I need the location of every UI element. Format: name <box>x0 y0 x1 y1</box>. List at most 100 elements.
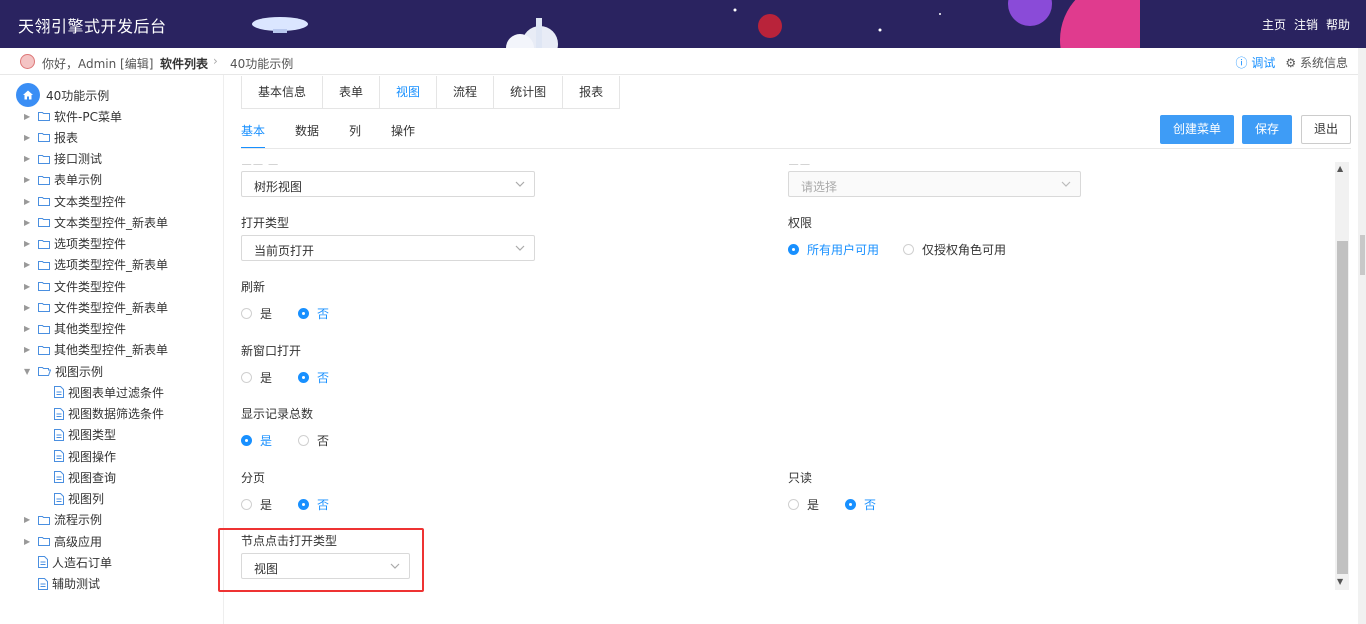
new-window-yes-radio[interactable]: 是 <box>241 369 272 386</box>
tree-item[interactable]: 视图类型 <box>50 426 116 444</box>
caret-right-icon[interactable]: ▶ <box>24 515 34 524</box>
chevron-down-icon <box>515 245 525 251</box>
paging-yes-radio[interactable]: 是 <box>241 496 272 513</box>
breadcrumb-software-list[interactable]: 软件列表 <box>160 55 208 72</box>
tree-item[interactable]: ▶ 选项类型控件 <box>24 235 126 253</box>
tree-item[interactable]: 视图数据筛选条件 <box>50 405 164 423</box>
caret-right-icon[interactable]: ▶ <box>24 303 34 312</box>
page-scrollbar-thumb[interactable] <box>1360 235 1365 275</box>
logout-link[interactable]: 注销 <box>1294 16 1318 33</box>
tree-item-label: 选项类型控件 <box>54 237 127 251</box>
exit-button[interactable]: 退出 <box>1301 115 1351 144</box>
caret-right-icon[interactable]: ▶ <box>24 218 34 227</box>
caret-right-icon[interactable]: ▶ <box>24 282 34 291</box>
folder-icon <box>38 175 50 185</box>
new-window-no-radio[interactable]: 否 <box>298 369 329 386</box>
radio-all-users[interactable]: 所有用户可用 <box>788 241 879 258</box>
tree-item[interactable]: ▶ 表单示例 <box>24 171 102 189</box>
caret-right-icon[interactable]: ▶ <box>24 197 34 206</box>
tab-report[interactable]: 报表 <box>563 76 620 108</box>
folder-icon <box>38 281 50 291</box>
tree-item[interactable]: ▶ 软件-PC菜单 <box>24 107 122 125</box>
cut-off-label: ▬▬ ▬ <box>241 159 301 165</box>
folder-icon <box>38 217 50 228</box>
debug-link[interactable]: ⓘ 调试 <box>1236 54 1276 71</box>
tree-item[interactable]: ▶ 文件类型控件_新表单 <box>24 298 168 316</box>
create-menu-button[interactable]: 创建菜单 <box>1160 115 1234 144</box>
tab-flow[interactable]: 流程 <box>437 76 495 108</box>
tree-root[interactable]: 40功能示例 <box>16 83 109 107</box>
chevron-down-icon <box>515 181 525 187</box>
subtab-data[interactable]: 数据 <box>295 122 319 149</box>
help-link[interactable]: 帮助 <box>1326 16 1350 33</box>
user-greeting[interactable]: 你好，Admin [编辑] <box>42 55 153 72</box>
tree-item[interactable]: ▶ 文本类型控件 <box>24 192 126 210</box>
tree-item-label: 文本类型控件 <box>54 194 127 209</box>
subtab-basic[interactable]: 基本 <box>241 122 266 149</box>
tab-basic-info[interactable]: 基本信息 <box>242 76 324 108</box>
refresh-no-radio[interactable]: 否 <box>298 305 329 322</box>
refresh-yes-radio[interactable]: 是 <box>241 305 272 322</box>
page-scrollbar[interactable] <box>1358 48 1366 624</box>
breadcrumb-current: 40功能示例 <box>230 57 294 71</box>
caret-right-icon[interactable]: ▶ <box>24 260 34 269</box>
new-window-label: 新窗口打开 <box>241 344 302 358</box>
tree-item-label: 软件-PC菜单 <box>54 109 122 124</box>
tree-item[interactable]: ▶ 流程示例 <box>24 511 102 529</box>
highlight-box <box>218 528 424 592</box>
tree-item[interactable]: ▶ 选项类型控件_新表单 <box>24 256 168 274</box>
cut-off-label-right: ▬▬ <box>788 159 828 165</box>
tree-item[interactable]: 辅助测试 <box>34 575 100 593</box>
caret-right-icon[interactable]: ▶ <box>24 154 34 163</box>
tree-item[interactable]: 人造石订单 <box>34 553 112 571</box>
tree-item[interactable]: 视图查询 <box>50 468 116 486</box>
caret-right-icon[interactable]: ▶ <box>24 175 34 184</box>
readonly-no-radio[interactable]: 否 <box>845 496 876 513</box>
subtab-columns[interactable]: 列 <box>349 122 361 149</box>
caret-right-icon[interactable]: ▶ <box>24 345 34 354</box>
caret-right-icon[interactable]: ▶ <box>24 239 34 248</box>
tab-chart[interactable]: 统计图 <box>494 76 564 108</box>
tree-item[interactable]: 视图操作 <box>50 447 116 465</box>
avatar[interactable] <box>20 54 35 69</box>
tree-item[interactable]: 视图表单过滤条件 <box>50 383 164 401</box>
folder-icon <box>38 536 50 546</box>
readonly-yes-radio[interactable]: 是 <box>788 496 819 513</box>
tree-item[interactable]: 视图列 <box>50 490 104 508</box>
home-link[interactable]: 主页 <box>1262 16 1286 33</box>
caret-right-icon[interactable]: ▶ <box>24 133 34 142</box>
paging-no-radio[interactable]: 否 <box>298 496 329 513</box>
tree-item[interactable]: ▶ 文本类型控件_新表单 <box>24 213 168 231</box>
tab-form[interactable]: 表单 <box>323 76 381 108</box>
tree-item[interactable]: ▶ 其他类型控件 <box>24 320 126 338</box>
folder-icon <box>38 324 50 334</box>
caret-down-icon[interactable]: ▼ <box>24 367 34 376</box>
caret-right-icon[interactable]: ▶ <box>24 537 34 546</box>
tree-item[interactable]: ▼ 视图示例 <box>24 362 103 380</box>
subtab-actions[interactable]: 操作 <box>391 122 415 149</box>
caret-right-icon[interactable]: ▶ <box>24 112 34 121</box>
new-window-radio-group: 是 否 <box>241 369 347 386</box>
app-title: 天翎引擎式开发后台 <box>18 17 167 36</box>
caret-right-icon[interactable]: ▶ <box>24 324 34 333</box>
show-total-yes-radio[interactable]: 是 <box>241 432 272 449</box>
file-icon <box>54 428 64 441</box>
tree-item[interactable]: ▶ 文件类型控件 <box>24 277 126 295</box>
open-type-select[interactable]: 当前页打开 <box>241 235 535 261</box>
home-icon <box>16 83 40 107</box>
tree-item[interactable]: ▶ 其他类型控件_新表单 <box>24 341 168 359</box>
top-right-select[interactable]: 请选择 <box>788 171 1081 197</box>
save-button[interactable]: 保存 <box>1242 115 1292 144</box>
system-info-link[interactable]: ⚙ 系统信息 <box>1285 54 1348 71</box>
scroll-up-icon[interactable]: ▲ <box>1337 164 1343 173</box>
tree-item-label: 文件类型控件 <box>54 279 127 294</box>
tree-item[interactable]: ▶ 高级应用 <box>24 532 102 550</box>
scroll-down-icon[interactable]: ▼ <box>1337 577 1343 586</box>
view-style-select[interactable]: 树形视图 <box>241 171 535 197</box>
show-total-no-radio[interactable]: 否 <box>298 432 329 449</box>
tree-item[interactable]: ▶ 报表 <box>24 128 78 146</box>
tab-view[interactable]: 视图 <box>380 76 438 108</box>
form-scrollbar-thumb[interactable] <box>1337 241 1348 574</box>
tree-item[interactable]: ▶ 接口测试 <box>24 150 102 168</box>
radio-authorized-roles[interactable]: 仅授权角色可用 <box>903 241 1006 258</box>
